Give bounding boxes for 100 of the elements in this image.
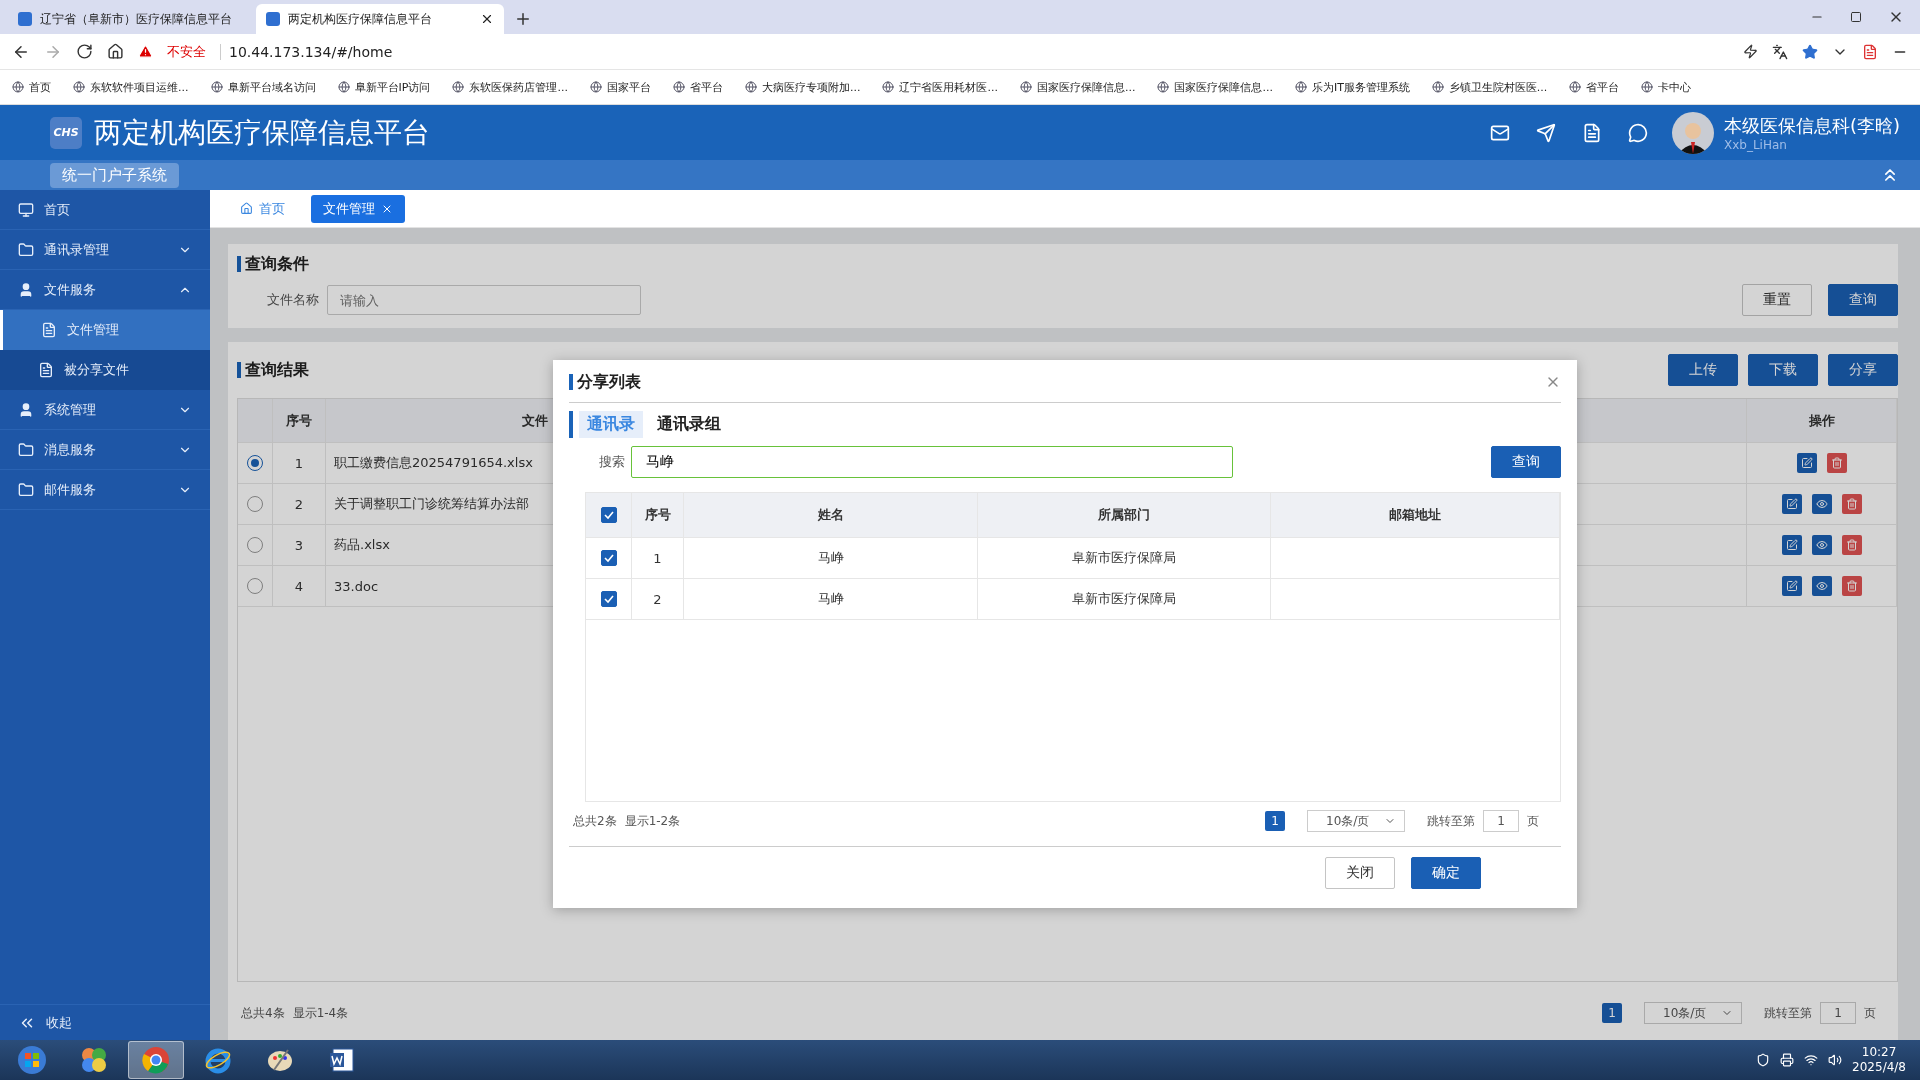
globe-icon[interactable] — [452, 81, 465, 93]
pencil-icon — [1785, 539, 1798, 551]
globe-icon[interactable] — [1431, 81, 1444, 93]
translate-icon[interactable] — [1772, 43, 1788, 60]
delete-button[interactable] — [1841, 494, 1862, 514]
home-icon[interactable] — [107, 43, 124, 60]
page-size-select[interactable]: 10条/页 — [1644, 1002, 1742, 1024]
logo: CHS — [50, 116, 82, 149]
bookmark-link[interactable]: 辽宁省医用耗材医... — [899, 79, 998, 95]
bookmark-link[interactable]: 国家医疗保障信息... — [1174, 79, 1273, 95]
table-cell: 1 — [294, 455, 304, 471]
send-icon[interactable] — [1535, 122, 1556, 143]
bookmark-link[interactable]: 东软软件项目运维... — [90, 79, 189, 95]
warning-icon[interactable] — [138, 44, 153, 59]
query-action-button[interactable]: 重置 — [1742, 284, 1812, 316]
search-field[interactable]: 马峥 — [631, 446, 1233, 478]
row-checkbox[interactable] — [600, 591, 617, 607]
avatar[interactable] — [1671, 111, 1714, 154]
file-action-button[interactable]: 分享 — [1828, 354, 1898, 386]
user-icon — [18, 281, 34, 298]
bookmark-link[interactable]: 首页 — [29, 79, 51, 95]
search-button[interactable]: 查询 — [1491, 446, 1561, 478]
chat-icon[interactable] — [1627, 122, 1648, 143]
dialog-button[interactable]: 确定 — [1411, 857, 1481, 889]
jump-field[interactable]: 1 — [1483, 810, 1519, 832]
bookmark-link[interactable]: 阜新平台IP访问 — [354, 79, 431, 95]
bookmark-link[interactable]: 卡中心 — [1658, 79, 1692, 95]
page-tab[interactable]: 文件管理 — [311, 194, 405, 223]
lightning-icon[interactable] — [1743, 44, 1758, 59]
restore-icon[interactable] — [1850, 11, 1862, 23]
globe-icon[interactable] — [1294, 81, 1307, 93]
globe-icon[interactable] — [210, 81, 223, 93]
reload-icon[interactable] — [76, 43, 93, 60]
bookmark-link[interactable]: 国家医疗保障信息... — [1036, 79, 1136, 95]
bookmark-link[interactable]: 省平台 — [689, 79, 723, 95]
page-number[interactable]: 1 — [1265, 811, 1285, 831]
total-count: 总共2条 — [573, 812, 617, 830]
section-title: 查询结果 — [237, 362, 309, 378]
new-tab-icon[interactable] — [514, 10, 532, 28]
query-action-button[interactable]: 查询 — [1828, 284, 1898, 316]
edit-button[interactable] — [1781, 576, 1802, 596]
network-icon[interactable] — [1804, 1053, 1819, 1067]
globe-icon[interactable] — [337, 81, 350, 93]
printer-icon[interactable] — [1780, 1053, 1795, 1067]
select-all-checkbox[interactable] — [600, 507, 617, 523]
dialog-button[interactable]: 关闭 — [1325, 857, 1395, 889]
bookmark-link[interactable]: 大病医疗专项附加... — [761, 79, 861, 95]
delete-button[interactable] — [1826, 453, 1847, 473]
column-header: 序号 — [644, 506, 671, 524]
clock[interactable]: 10:27 2025/4/8 — [1852, 1045, 1906, 1075]
page-tab[interactable]: 首页 — [228, 194, 297, 223]
edit-button[interactable] — [1781, 494, 1802, 514]
browser-tab[interactable]: 两定机构医疗保障信息平台 — [256, 4, 504, 34]
globe-icon[interactable] — [589, 81, 602, 93]
file-action-button[interactable]: 上传 — [1668, 354, 1738, 386]
bookmark-link[interactable]: 乡镇卫生院村医医... — [1448, 79, 1548, 95]
globe-icon[interactable] — [1157, 81, 1170, 93]
globe-icon[interactable] — [1019, 81, 1032, 93]
view-button[interactable] — [1811, 576, 1832, 596]
table-cell: 阜新市医疗保障局 — [1072, 549, 1176, 567]
globe-icon[interactable] — [744, 81, 757, 93]
browser-tab[interactable]: 辽宁省（阜新市）医疗保障信息平台 — [8, 4, 256, 34]
dialog-tab[interactable]: 通讯录组 — [649, 411, 729, 438]
edit-button[interactable] — [1796, 453, 1817, 473]
globe-icon[interactable] — [672, 81, 685, 93]
bookmark-star-icon[interactable] — [1802, 43, 1818, 60]
pdf-icon[interactable] — [1862, 43, 1878, 60]
edit-button[interactable] — [1781, 535, 1802, 555]
eye-icon — [1815, 498, 1828, 510]
globe-icon[interactable] — [1641, 81, 1654, 93]
delete-button[interactable] — [1841, 576, 1862, 596]
bookmark-link[interactable]: 国家平台 — [606, 79, 651, 95]
volume-icon[interactable] — [1828, 1053, 1843, 1067]
column-header: 序号 — [286, 411, 312, 430]
file-name-field[interactable]: 请输入 — [327, 285, 641, 315]
view-button[interactable] — [1811, 535, 1832, 555]
address-field[interactable]: 10.44.173.134/#/home — [220, 43, 1729, 60]
globe-icon[interactable] — [882, 81, 895, 93]
row-checkbox[interactable] — [600, 550, 617, 566]
bookmark-link[interactable]: 省平台 — [1586, 79, 1620, 95]
file-action-button[interactable]: 下载 — [1748, 354, 1818, 386]
bookmark-link[interactable]: 东软医保药店管理... — [469, 79, 568, 95]
security-label[interactable]: 不安全 — [167, 42, 206, 61]
delete-button[interactable] — [1841, 535, 1862, 555]
app-icon — [80, 1046, 108, 1074]
bookmark-link[interactable]: 阜新平台域名访问 — [227, 79, 316, 95]
page-number[interactable]: 1 — [1602, 1003, 1622, 1023]
sidebar-subitem[interactable]: 文件管理 — [0, 310, 210, 350]
user-name: 本级医保信息科(李晗) — [1723, 113, 1900, 138]
globe-icon[interactable] — [12, 81, 24, 93]
bookmark-link[interactable]: 乐为IT服务管理系统 — [1311, 79, 1410, 95]
page-size-select[interactable]: 10条/页 — [1307, 810, 1405, 832]
shield-icon[interactable] — [1756, 1053, 1771, 1067]
view-button[interactable] — [1811, 494, 1832, 514]
jump-field[interactable]: 1 — [1820, 1002, 1856, 1024]
sidebar-subitem[interactable]: 被分享文件 — [0, 350, 210, 390]
close-icon[interactable] — [480, 12, 494, 26]
globe-icon[interactable] — [1569, 81, 1582, 93]
globe-icon[interactable] — [73, 81, 85, 93]
document-icon — [41, 322, 57, 338]
